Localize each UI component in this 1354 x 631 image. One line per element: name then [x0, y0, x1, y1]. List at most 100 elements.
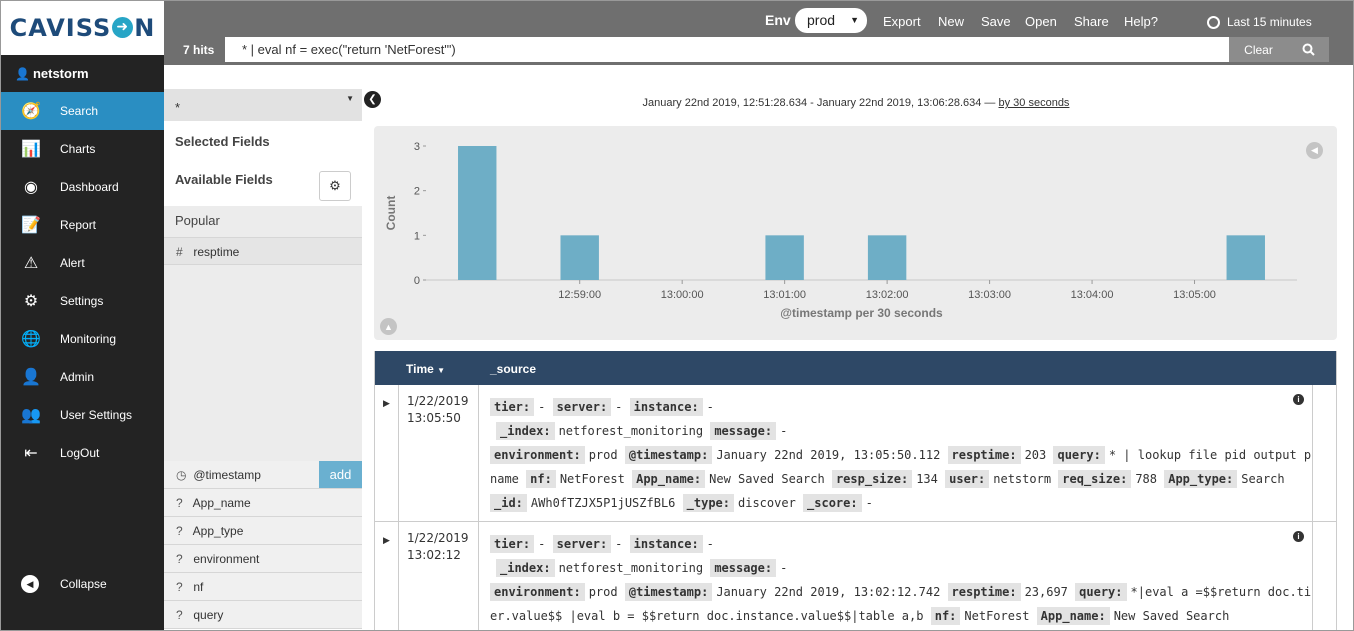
field-item-timestamp[interactable]: ◷ @timestamp add — [164, 461, 362, 489]
sidebar-item-monitoring[interactable]: 🌐 Monitoring — [1, 320, 164, 358]
field-key: @timestamp: — [624, 583, 713, 601]
sidebar-item-settings[interactable]: ⚙ Settings — [1, 282, 164, 320]
field-key: _type: — [682, 494, 734, 512]
field-item-app-name[interactable]: ? App_name — [164, 489, 362, 517]
source-field: instance: - — [629, 398, 714, 416]
sidebar-item-label: Report — [60, 218, 97, 232]
source-field: name — [490, 472, 519, 486]
field-value: - — [538, 537, 546, 551]
y-tick-label: 0 — [414, 275, 420, 287]
field-key: nf: — [526, 470, 556, 488]
help-link[interactable]: Help? — [1124, 14, 1158, 29]
sidebar-item-search[interactable]: 🧭 Search — [1, 92, 164, 130]
sidebar-item-logout[interactable]: ⇤ LogOut — [1, 434, 164, 472]
source-field: nf: NetForest — [930, 607, 1029, 625]
field-item-app-type[interactable]: ? App_type — [164, 517, 362, 545]
collapse-button[interactable]: ◀ Collapse — [1, 565, 164, 603]
y-tick-label: 2 — [414, 186, 420, 198]
time-range-picker[interactable]: Last 15 minutes — [1207, 15, 1312, 29]
field-key: _index: — [496, 559, 555, 577]
field-item-resptime[interactable]: # resptime — [164, 237, 362, 265]
source-field: req_size: 788 — [1058, 470, 1157, 488]
new-link[interactable]: New — [938, 14, 964, 29]
caret-down-icon: ▼ — [850, 15, 859, 25]
report-icon: 📝 — [21, 217, 41, 234]
time-range-text: January 22nd 2019, 12:51:28.634 - Januar… — [642, 97, 996, 109]
field-value: - — [615, 400, 623, 414]
time-column-header[interactable]: Time ▼ — [406, 362, 445, 376]
open-link[interactable]: Open — [1025, 14, 1057, 29]
y-tick-label: 3 — [414, 141, 420, 153]
source-field: App_type: Search — [1164, 470, 1285, 488]
expand-row-icon[interactable]: ▶ — [375, 385, 399, 521]
field-key: tier: — [490, 535, 535, 553]
field-key: resp_size: — [831, 470, 913, 488]
source-line: tier: - server: - instance: - — [490, 395, 1312, 419]
source-field: environment: prod — [490, 446, 618, 464]
sidebar-item-label: Monitoring — [60, 332, 117, 346]
app-window: CAVISS ➜ N 👤 netstorm 🧭 Search 📊 Charts ◉ Dashb… — [0, 0, 1354, 631]
source-field: resptime: 23,697 — [947, 583, 1068, 601]
env-select[interactable]: prod ▼ — [795, 8, 867, 33]
source-field: er.value$$ |eval b = $$return doc.instan… — [490, 609, 923, 623]
chart-collapse-button[interactable]: ▲ — [380, 318, 397, 335]
user-icon: 👤 — [21, 369, 41, 386]
x-tick-label: 13:02:00 — [866, 289, 909, 301]
time-range-summary: January 22nd 2019, 12:51:28.634 - Januar… — [374, 97, 1338, 109]
hits-count: 7 hits — [183, 43, 215, 57]
field-value: netforest_monitoring — [558, 424, 704, 438]
field-settings-button[interactable]: ⚙ — [319, 171, 351, 201]
field-item-nf[interactable]: ? nf — [164, 573, 362, 601]
search-input[interactable] — [225, 37, 1229, 62]
expand-row-icon[interactable]: ▶ — [375, 522, 399, 630]
field-item-query[interactable]: ? query — [164, 601, 362, 629]
table-header: Time ▼ _source — [375, 351, 1336, 385]
field-value: 203 — [1024, 448, 1047, 462]
field-value: - — [865, 496, 873, 510]
field-key: query: — [1053, 446, 1105, 464]
index-pattern-select[interactable]: * ▼ — [164, 89, 362, 121]
globe-icon: 🌐 — [21, 331, 41, 348]
info-icon[interactable]: i — [1293, 394, 1304, 405]
save-link[interactable]: Save — [981, 14, 1011, 29]
add-field-button[interactable]: add — [319, 461, 362, 488]
source-cell: tier: - server: - instance: - _index: netfor… — [479, 385, 1312, 515]
field-key: server: — [552, 398, 612, 416]
field-name: query — [193, 608, 224, 622]
field-key: App_type: — [1164, 470, 1238, 488]
sidebar-item-admin[interactable]: 👤 Admin — [1, 358, 164, 396]
field-value: prod — [588, 585, 618, 599]
sidebar-item-alert[interactable]: ⚠ Alert — [1, 244, 164, 282]
chart-prev-button[interactable]: ◀ — [1306, 142, 1323, 159]
user-icon: 👤 — [15, 66, 30, 81]
export-link[interactable]: Export — [883, 14, 921, 29]
source-line: _index: netforest_monitoring message: - — [490, 419, 1312, 443]
interval-link[interactable]: by 30 seconds — [999, 97, 1070, 109]
sidebar-item-report[interactable]: 📝 Report — [1, 206, 164, 244]
unknown-type-icon: ? — [176, 580, 183, 594]
source-field: tier: - — [490, 535, 546, 553]
sidebar-item-dashboard[interactable]: ◉ Dashboard — [1, 168, 164, 206]
field-value: prod — [588, 448, 618, 462]
source-field: @timestamp: January 22nd 2019, 13:05:50.1… — [624, 446, 940, 464]
field-item-environment[interactable]: ? environment — [164, 545, 362, 573]
x-tick-label: 13:03:00 — [968, 289, 1011, 301]
sidebar-item-charts[interactable]: 📊 Charts — [1, 130, 164, 168]
field-key: server: — [552, 535, 612, 553]
source-field: tier: - — [490, 398, 546, 416]
field-value: New Saved Search — [1113, 609, 1230, 623]
field-key: instance: — [629, 535, 703, 553]
clear-button[interactable]: Clear — [1229, 37, 1288, 62]
source-line: _id: AWh0fTZJX5P1jUSZfBL6 _type: discover … — [490, 491, 1312, 515]
sidebar-item-user-settings[interactable]: 👥 User Settings — [1, 396, 164, 434]
field-name: resptime — [193, 245, 240, 259]
search-button[interactable] — [1288, 37, 1329, 62]
info-icon[interactable]: i — [1293, 531, 1304, 542]
chevron-up-icon: ▲ — [384, 321, 393, 332]
share-link[interactable]: Share — [1074, 14, 1109, 29]
field-value: - — [706, 400, 714, 414]
y-axis-label: Count — [384, 196, 398, 231]
field-value: - — [538, 400, 546, 414]
field-key: req_size: — [1058, 470, 1132, 488]
field-value: Search — [1241, 472, 1285, 486]
